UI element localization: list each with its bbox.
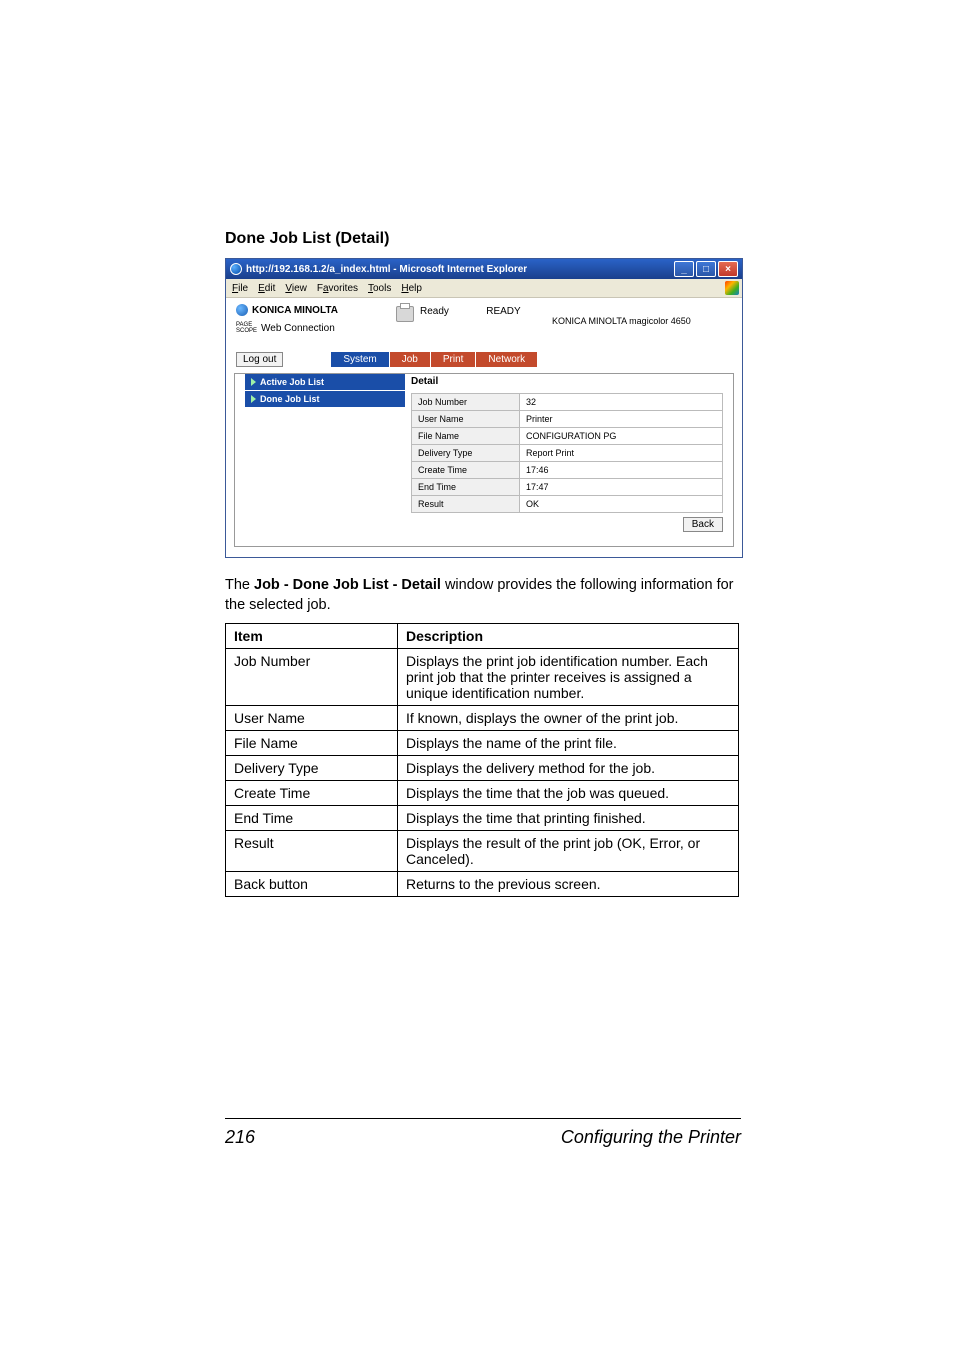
doc-desc: Displays the print job identification nu… xyxy=(398,649,739,706)
page-footer: 216 Configuring the Printer xyxy=(225,1127,741,1148)
intro-paragraph: The Job - Done Job List - Detail window … xyxy=(225,576,739,615)
doc-desc: Displays the time that printing finished… xyxy=(398,806,739,831)
table-row: ResultOK xyxy=(412,496,723,513)
tab-print[interactable]: Print xyxy=(431,352,477,367)
footer-rule xyxy=(225,1118,741,1119)
doc-header-description: Description xyxy=(398,624,739,649)
brand-konica-minolta: KONICA MINOLTA xyxy=(236,304,396,316)
detail-value: Printer xyxy=(520,411,723,428)
table-row: File NameDisplays the name of the print … xyxy=(226,731,739,756)
doc-header-item: Item xyxy=(226,624,398,649)
windows-flag-icon xyxy=(725,281,739,295)
doc-desc: If known, displays the owner of the prin… xyxy=(398,706,739,731)
table-row: File NameCONFIGURATION PG xyxy=(412,428,723,445)
menu-view[interactable]: View xyxy=(285,283,307,294)
device-name: KONICA MINOLTA magicolor 4650 xyxy=(552,304,732,334)
globe-icon xyxy=(236,304,248,316)
doc-item: Create Time xyxy=(226,781,398,806)
doc-item: Back button xyxy=(226,872,398,897)
table-row: Back buttonReturns to the previous scree… xyxy=(226,872,739,897)
table-row: Create TimeDisplays the time that the jo… xyxy=(226,781,739,806)
tab-network[interactable]: Network xyxy=(476,352,538,367)
section-heading: Done Job List (Detail) xyxy=(225,230,739,248)
table-row: Job Number32 xyxy=(412,394,723,411)
table-row: ResultDisplays the result of the print j… xyxy=(226,831,739,872)
detail-key: User Name xyxy=(412,411,520,428)
menu-edit[interactable]: Edit xyxy=(258,283,275,294)
table-row: Job NumberDisplays the print job identif… xyxy=(226,649,739,706)
side-nav: Active Job List Done Job List xyxy=(245,374,405,532)
sidebar-item-done-job-list[interactable]: Done Job List xyxy=(245,391,405,408)
detail-value: CONFIGURATION PG xyxy=(520,428,723,445)
detail-key: Result xyxy=(412,496,520,513)
menu-bar: File Edit View Favorites Tools Help xyxy=(226,279,742,298)
tab-job[interactable]: Job xyxy=(390,352,431,367)
menu-tools[interactable]: Tools xyxy=(368,283,391,294)
table-row: User NamePrinter xyxy=(412,411,723,428)
doc-item: End Time xyxy=(226,806,398,831)
chevron-right-icon xyxy=(251,378,256,386)
doc-desc: Returns to the previous screen. xyxy=(398,872,739,897)
printer-icon xyxy=(396,306,414,322)
window-maximize-button[interactable]: □ xyxy=(696,261,716,277)
window-close-button[interactable]: × xyxy=(718,261,738,277)
tabs: System Job Print Network xyxy=(331,352,538,367)
doc-desc: Displays the time that the job was queue… xyxy=(398,781,739,806)
doc-desc: Displays the delivery method for the job… xyxy=(398,756,739,781)
detail-value: Report Print xyxy=(520,445,723,462)
detail-key: Delivery Type xyxy=(412,445,520,462)
doc-table: Item Description Job NumberDisplays the … xyxy=(225,623,739,897)
detail-value: 17:47 xyxy=(520,479,723,496)
doc-item: Delivery Type xyxy=(226,756,398,781)
detail-value: 17:46 xyxy=(520,462,723,479)
tab-system[interactable]: System xyxy=(331,352,389,367)
detail-table: Job Number32 User NamePrinter File NameC… xyxy=(411,393,723,513)
doc-desc: Displays the name of the print file. xyxy=(398,731,739,756)
status-title: READY xyxy=(455,306,552,317)
detail-key: File Name xyxy=(412,428,520,445)
doc-item: User Name xyxy=(226,706,398,731)
window-title: http://192.168.1.2/a_index.html - Micros… xyxy=(246,264,527,275)
screenshot-window: http://192.168.1.2/a_index.html - Micros… xyxy=(225,258,743,558)
table-row: Create Time17:46 xyxy=(412,462,723,479)
detail-value: OK xyxy=(520,496,723,513)
doc-item: Result xyxy=(226,831,398,872)
table-row: Delivery TypeReport Print xyxy=(412,445,723,462)
app-content: KONICA MINOLTA PAGE SCOPE Web Connection… xyxy=(226,298,742,547)
table-row: End TimeDisplays the time that printing … xyxy=(226,806,739,831)
ie-icon xyxy=(230,263,242,275)
back-button[interactable]: Back xyxy=(683,517,723,532)
menu-favorites[interactable]: Favorites xyxy=(317,283,358,294)
table-row: User NameIf known, displays the owner of… xyxy=(226,706,739,731)
menu-help[interactable]: Help xyxy=(401,283,422,294)
detail-key: Create Time xyxy=(412,462,520,479)
doc-desc: Displays the result of the print job (OK… xyxy=(398,831,739,872)
detail-value: 32 xyxy=(520,394,723,411)
brand-pagescope: PAGE SCOPE Web Connection xyxy=(236,322,396,334)
logout-button[interactable]: Log out xyxy=(236,352,283,367)
status-ready-label: Ready xyxy=(420,306,449,317)
doc-item: Job Number xyxy=(226,649,398,706)
table-row: Delivery TypeDisplays the delivery metho… xyxy=(226,756,739,781)
sidebar-item-active-job-list[interactable]: Active Job List xyxy=(245,374,405,391)
page-number: 216 xyxy=(225,1127,255,1148)
table-row: End Time17:47 xyxy=(412,479,723,496)
titlebar: http://192.168.1.2/a_index.html - Micros… xyxy=(226,259,742,279)
detail-key: End Time xyxy=(412,479,520,496)
detail-key: Job Number xyxy=(412,394,520,411)
chevron-right-icon xyxy=(251,395,256,403)
window-minimize-button[interactable]: _ xyxy=(674,261,694,277)
footer-section: Configuring the Printer xyxy=(561,1127,741,1148)
doc-item: File Name xyxy=(226,731,398,756)
detail-heading: Detail xyxy=(411,376,723,387)
menu-file[interactable]: File xyxy=(232,283,248,294)
